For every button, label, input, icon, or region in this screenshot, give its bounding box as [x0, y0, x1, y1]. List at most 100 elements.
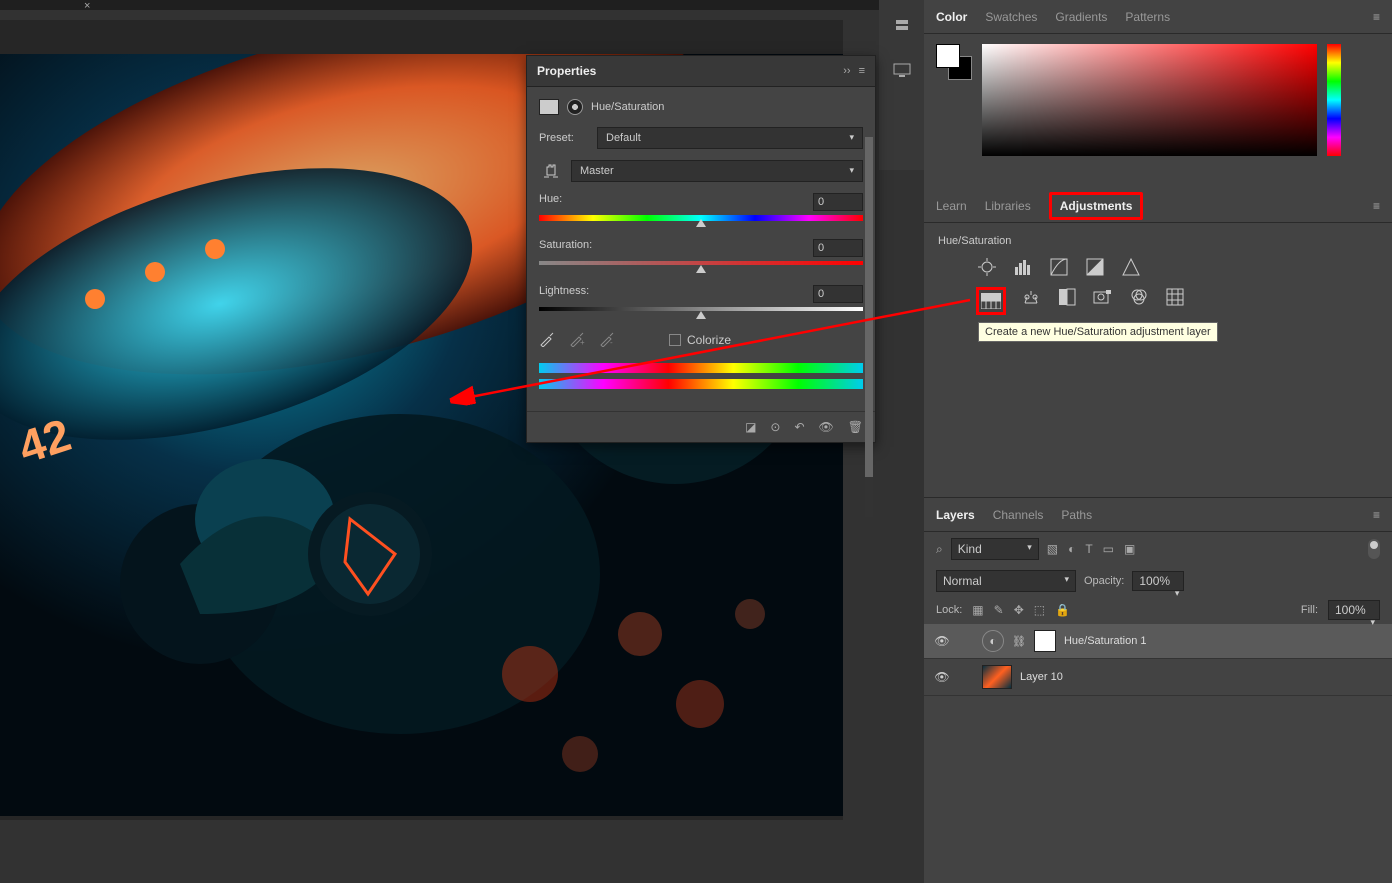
layer-name-label[interactable]: Hue/Saturation 1 — [1064, 635, 1147, 647]
filter-smart-icon[interactable]: ▣ — [1124, 542, 1135, 556]
properties-header[interactable]: Properties ›› ≡ — [527, 56, 875, 87]
preset-label: Preset: — [539, 132, 589, 144]
mask-thumb[interactable] — [1034, 630, 1056, 652]
tab-libraries[interactable]: Libraries — [985, 199, 1031, 213]
filter-type-icons: ▧ ◐ T ▭ ▣ — [1047, 542, 1136, 556]
vibrance-icon[interactable] — [1120, 257, 1142, 277]
tab-layers[interactable]: Layers — [936, 508, 975, 522]
channel-mixer-icon[interactable] — [1128, 287, 1150, 307]
saturation-label: Saturation: — [539, 239, 592, 257]
clip-to-layer-icon[interactable]: ◪ — [745, 420, 756, 434]
lock-artboard-icon[interactable]: ⬚ — [1034, 603, 1045, 617]
panel-menu-icon[interactable]: ≡ — [1373, 10, 1380, 24]
tab-channels[interactable]: Channels — [993, 508, 1044, 522]
saturation-slider[interactable] — [539, 261, 863, 271]
tab-close-icon[interactable]: × — [84, 0, 90, 12]
panel-menu-icon[interactable]: ≡ — [859, 65, 865, 77]
black-white-icon[interactable] — [1056, 287, 1078, 307]
blend-opacity-row: Normal Opacity: 100% — [924, 566, 1392, 596]
exposure-icon[interactable] — [1084, 257, 1106, 277]
visibility-icon[interactable]: 👁 — [934, 634, 950, 648]
adjustment-thumb[interactable]: ◐ — [982, 630, 1004, 652]
adjustments-panel: Learn Libraries Adjustments ≡ Hue/Satura… — [924, 189, 1392, 337]
colorize-checkbox[interactable]: Colorize — [669, 333, 731, 347]
adjustments-row-2 — [938, 287, 1378, 315]
visibility-icon[interactable]: 👁 — [934, 670, 950, 684]
lightness-input[interactable] — [813, 285, 863, 303]
lock-all-icon[interactable]: 🔒 — [1055, 603, 1070, 617]
hue-slider[interactable] — [1327, 44, 1341, 156]
fill-value[interactable]: 100% — [1328, 600, 1380, 620]
curves-icon[interactable] — [1048, 257, 1070, 277]
lock-label: Lock: — [936, 604, 962, 616]
colorize-label: Colorize — [687, 333, 731, 347]
layer-thumb[interactable] — [982, 665, 1012, 689]
lock-transparency-icon[interactable]: ▦ — [972, 603, 983, 617]
lightness-slider-section: Lightness: — [539, 285, 863, 317]
fg-color-swatch[interactable] — [936, 44, 960, 68]
hue-saturation-tooltip: Create a new Hue/Saturation adjustment l… — [978, 322, 1218, 342]
hue-slider[interactable] — [539, 215, 863, 225]
saturation-input[interactable] — [813, 239, 863, 257]
collapse-icon[interactable]: ›› — [843, 65, 850, 77]
panel-scrollbar[interactable] — [865, 137, 873, 517]
lock-fill-row: Lock: ▦ ✎ ✥ ⬚ 🔒 Fill: 100% — [924, 596, 1392, 624]
color-balance-icon[interactable] — [1020, 287, 1042, 307]
eyedropper-add-icon[interactable]: + — [569, 331, 587, 349]
preset-dropdown[interactable]: Default — [597, 127, 863, 149]
levels-icon[interactable] — [1012, 257, 1034, 277]
checkbox-icon[interactable] — [669, 334, 681, 346]
tab-learn[interactable]: Learn — [936, 199, 967, 213]
filter-shape-icon[interactable]: ▭ — [1103, 542, 1114, 556]
filter-adjustment-icon[interactable]: ◐ — [1068, 542, 1075, 556]
brightness-contrast-icon[interactable] — [976, 257, 998, 277]
panel-menu-icon[interactable]: ≡ — [1373, 199, 1380, 213]
photo-filter-icon[interactable] — [1092, 287, 1114, 307]
layer-name-label[interactable]: Layer 10 — [1020, 671, 1063, 683]
filter-kind-dropdown[interactable]: Kind — [951, 538, 1039, 560]
properties-body: Hue/Saturation Preset: Default Master Hu… — [527, 87, 875, 411]
reset-icon[interactable]: ↶ — [794, 420, 804, 434]
tab-paths[interactable]: Paths — [1061, 508, 1092, 522]
hue-slider-section: Hue: — [539, 193, 863, 225]
color-picker-field[interactable] — [982, 44, 1317, 156]
layer-row[interactable]: 👁 Layer 10 — [924, 659, 1392, 696]
mask-mode-icon[interactable] — [567, 99, 583, 115]
filter-toggle[interactable] — [1368, 539, 1380, 559]
toggle-visibility-icon[interactable]: 👁 — [819, 420, 834, 434]
opacity-value[interactable]: 100% — [1132, 571, 1184, 591]
lock-image-icon[interactable]: ✎ — [994, 603, 1004, 617]
fill-label: Fill: — [1301, 604, 1318, 616]
saturation-slider-section: Saturation: — [539, 239, 863, 271]
preset-row: Preset: Default — [539, 127, 863, 149]
tab-gradients[interactable]: Gradients — [1055, 10, 1107, 24]
filter-type-icon[interactable]: T — [1085, 542, 1092, 556]
tab-adjustments[interactable]: Adjustments — [1049, 192, 1144, 220]
hue-saturation-icon[interactable] — [976, 287, 1006, 315]
output-spectrum — [539, 379, 863, 389]
lightness-slider[interactable] — [539, 307, 863, 317]
tab-swatches[interactable]: Swatches — [985, 10, 1037, 24]
mask-link-icon[interactable]: ⛓ — [1012, 635, 1026, 648]
tab-color[interactable]: Color — [936, 10, 967, 24]
tab-patterns[interactable]: Patterns — [1125, 10, 1170, 24]
fg-bg-swatches[interactable] — [936, 44, 972, 80]
filter-pixel-icon[interactable]: ▧ — [1047, 542, 1058, 556]
eyedropper-subtract-icon[interactable]: - — [599, 331, 617, 349]
device-preview-icon[interactable] — [892, 60, 912, 80]
eyedropper-icon[interactable] — [539, 331, 557, 349]
targeted-adjust-icon[interactable] — [539, 159, 563, 183]
layer-row[interactable]: 👁 ◐ ⛓ Hue/Saturation 1 — [924, 624, 1392, 659]
color-range-dropdown[interactable]: Master — [571, 160, 863, 182]
hue-input[interactable] — [813, 193, 863, 211]
lock-position-icon[interactable]: ✥ — [1014, 603, 1024, 617]
properties-footer: ◪ ⊙ ↶ 👁 🗑 — [527, 411, 875, 442]
spectrum-bars[interactable] — [539, 363, 863, 389]
view-previous-icon[interactable]: ⊙ — [770, 420, 780, 434]
color-lookup-icon[interactable] — [1164, 287, 1186, 307]
history-icon[interactable] — [892, 17, 912, 37]
panel-menu-icon[interactable]: ≡ — [1373, 508, 1380, 522]
blend-mode-dropdown[interactable]: Normal — [936, 570, 1076, 592]
delete-icon[interactable]: 🗑 — [848, 420, 863, 434]
adjustments-row-1 — [938, 257, 1378, 277]
